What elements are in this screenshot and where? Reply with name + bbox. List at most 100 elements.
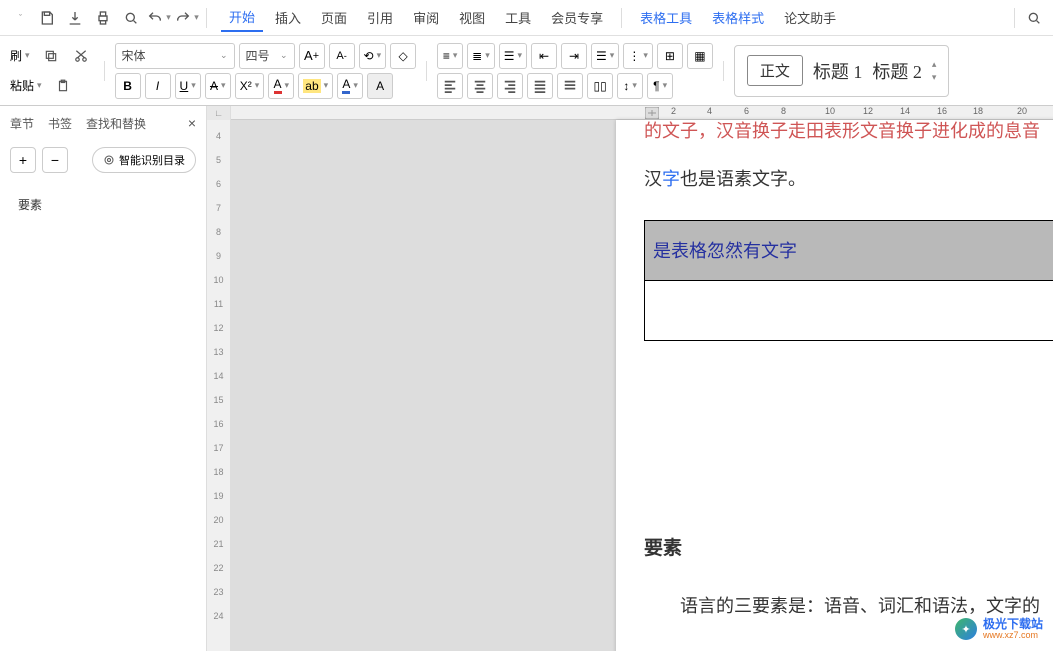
divider — [1014, 8, 1015, 28]
align-justify-button[interactable] — [527, 73, 553, 99]
outline-list: 要素 — [0, 180, 206, 229]
document-canvas[interactable]: 24681012141618202224 的文子，汉音换子走田表形文音换子进化成… — [231, 106, 1053, 651]
decrease-font-icon[interactable]: A- — [329, 43, 355, 69]
tab-bookmarks[interactable]: 书签 — [48, 115, 72, 132]
change-case-icon[interactable]: ⟲▾ — [359, 43, 387, 69]
bullets-button[interactable]: ≡▾ — [437, 43, 463, 69]
main-menu: 开始 插入 页面 引用 审阅 视图 工具 会员专享 表格工具 表格样式 论文助手 — [221, 3, 844, 32]
menu-table-style[interactable]: 表格样式 — [704, 4, 772, 31]
copy-icon[interactable] — [38, 43, 64, 69]
target-icon — [103, 154, 115, 166]
cut-icon[interactable] — [68, 43, 94, 69]
heading-element: 要素 — [644, 531, 1053, 567]
clear-format-icon[interactable]: ◇ — [390, 43, 416, 69]
text-line: 汉字也是语素文字。 — [644, 162, 1053, 196]
sort-button[interactable]: ⋮▾ — [623, 43, 653, 69]
search-icon[interactable] — [1021, 5, 1047, 31]
character-shading-button[interactable]: A — [367, 73, 393, 99]
menu-table-tools[interactable]: 表格工具 — [632, 4, 700, 31]
align-center-button[interactable] — [467, 73, 493, 99]
decrease-indent-button[interactable]: ⇤ — [531, 43, 557, 69]
font-size-combo[interactable]: 四号⌄ — [239, 43, 295, 69]
tab-find-replace[interactable]: 查找和替换 — [86, 115, 146, 132]
vertical-ruler[interactable]: ∟ 456789101112131415161718192021222324 — [207, 106, 231, 651]
divider — [723, 61, 724, 81]
expand-button[interactable]: + — [10, 147, 36, 173]
multilevel-button[interactable]: ☰▾ — [499, 43, 527, 69]
menu-start[interactable]: 开始 — [221, 3, 263, 32]
sidebar-toolbar: + − 智能识别目录 — [0, 140, 206, 180]
style-scroll[interactable]: ▴▾ — [932, 59, 937, 83]
smart-toc-button[interactable]: 智能识别目录 — [92, 147, 196, 173]
collapse-button[interactable]: − — [42, 147, 68, 173]
highlight-button[interactable]: ab▾ — [298, 73, 333, 99]
style-heading1[interactable]: 标题 1 — [813, 58, 863, 84]
paragraph-group: ≡▾ ≣▾ ☰▾ ⇤ ⇥ ☰▾ ⋮▾ ⊞ ▦ ▯▯ ↕▾ ¶▾ — [437, 43, 713, 99]
align-right-button[interactable] — [497, 73, 523, 99]
main-area: 章节 书签 查找和替换 × + − 智能识别目录 要素 ∟ 4567891011… — [0, 106, 1053, 651]
table-cell[interactable] — [645, 281, 1053, 341]
shading-button[interactable]: ⊞ — [657, 43, 683, 69]
divider — [206, 8, 207, 28]
align-left-button[interactable] — [437, 73, 463, 99]
numbering-button[interactable]: ≣▾ — [467, 43, 495, 69]
menu-right — [1008, 5, 1047, 31]
ruler-corner-icon: ∟ — [207, 106, 230, 120]
table-cell-selected[interactable]: 是表格忽然有文字 — [645, 221, 1053, 281]
menu-review[interactable]: 审阅 — [405, 4, 447, 31]
sidebar-close-icon[interactable]: × — [188, 115, 196, 131]
table-row[interactable] — [645, 281, 1053, 341]
paste-button[interactable]: 粘贴▾ — [6, 73, 46, 99]
menu-page[interactable]: 页面 — [313, 4, 355, 31]
distributed-button[interactable] — [557, 73, 583, 99]
document-table[interactable]: 是表格忽然有文字 — [644, 220, 1053, 341]
bold-button[interactable]: B — [115, 73, 141, 99]
outline-item[interactable]: 要素 — [18, 190, 188, 219]
strikethrough-button[interactable]: A▾ — [205, 73, 231, 99]
menu-reference[interactable]: 引用 — [359, 4, 401, 31]
font-name-combo[interactable]: 宋体⌄ — [115, 43, 235, 69]
truncated-text-line: 的文子，汉音换子走田表形文音换子进化成的息音 — [644, 114, 1053, 148]
underline-button[interactable]: U▾ — [175, 73, 201, 99]
style-body[interactable]: 正文 — [747, 55, 803, 86]
export-icon[interactable] — [62, 5, 88, 31]
increase-indent-button[interactable]: ⇥ — [561, 43, 587, 69]
menu-tools[interactable]: 工具 — [497, 4, 539, 31]
font-group: 宋体⌄ 四号⌄ A+ A- ⟲▾ ◇ B I U▾ A▾ X²▾ A▾ ab▾ … — [115, 43, 417, 99]
undo-button[interactable]: ▾ — [146, 5, 172, 31]
clipboard-group: 刷▾ 粘贴▾ — [6, 43, 94, 99]
menu-thesis-helper[interactable]: 论文助手 — [776, 4, 844, 31]
title-bar: ˇ ▾ ▾ 开始 插入 页面 引用 审阅 视图 工具 会员专享 表格工具 表格样… — [0, 0, 1053, 36]
clipboard-icon[interactable] — [50, 73, 76, 99]
divider — [621, 8, 622, 28]
styles-gallery: 正文 标题 1 标题 2 ▴▾ — [734, 45, 950, 97]
divider — [426, 61, 427, 81]
preview-icon[interactable] — [118, 5, 144, 31]
menu-caret-button[interactable]: ˇ — [6, 5, 32, 31]
menu-view[interactable]: 视图 — [451, 4, 493, 31]
font-color2-button[interactable]: A▾ — [337, 73, 363, 99]
increase-font-icon[interactable]: A+ — [299, 43, 325, 69]
style-heading2[interactable]: 标题 2 — [872, 58, 922, 84]
italic-button[interactable]: I — [145, 73, 171, 99]
table-row[interactable]: 是表格忽然有文字 — [645, 221, 1053, 281]
line-spacing-button[interactable]: ☰▾ — [591, 43, 619, 69]
format-painter-label[interactable]: 刷▾ — [6, 43, 34, 69]
site-watermark: ✦ 极光下载站 www.xz7.com — [955, 618, 1043, 641]
columns-button[interactable]: ▯▯ — [587, 73, 613, 99]
divider — [104, 61, 105, 81]
text-direction-button[interactable]: ↕▾ — [617, 73, 643, 99]
borders-button[interactable]: ▦ — [687, 43, 713, 69]
superscript-button[interactable]: X²▾ — [235, 73, 265, 99]
redo-button[interactable]: ▾ — [174, 5, 200, 31]
quick-access-toolbar: ˇ ▾ ▾ — [6, 5, 200, 31]
navigation-sidebar: 章节 书签 查找和替换 × + − 智能识别目录 要素 — [0, 106, 207, 651]
document-page[interactable]: 的文子，汉音换子走田表形文音换子进化成的息音 汉字也是语素文字。 是表格忽然有文… — [616, 120, 1053, 651]
save-icon[interactable] — [34, 5, 60, 31]
font-color-button[interactable]: A▾ — [268, 73, 294, 99]
menu-insert[interactable]: 插入 — [267, 4, 309, 31]
tab-chapters[interactable]: 章节 — [10, 115, 34, 132]
menu-member[interactable]: 会员专享 — [543, 4, 611, 31]
paragraph-mark-button[interactable]: ¶▾ — [647, 73, 673, 99]
print-icon[interactable] — [90, 5, 116, 31]
